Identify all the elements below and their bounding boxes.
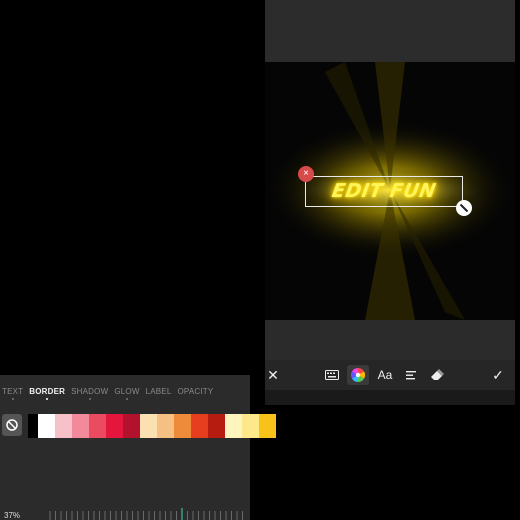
style-tabs: TEXT BORDER SHADOW GLOW LABEL OPACITY <box>2 387 213 401</box>
color-swatch[interactable] <box>191 414 208 438</box>
color-swatches <box>28 414 276 438</box>
resize-handle[interactable] <box>456 200 472 216</box>
color-swatch[interactable] <box>174 414 191 438</box>
eraser-button[interactable] <box>429 366 445 384</box>
color-swatch[interactable] <box>242 414 259 438</box>
color-swatch[interactable] <box>72 414 89 438</box>
color-wheel-icon <box>351 368 365 382</box>
close-button[interactable]: ✕ <box>266 366 280 384</box>
opacity-slider[interactable] <box>48 507 248 520</box>
check-icon: ✓ <box>492 366 504 383</box>
toolbar-strip <box>265 390 515 405</box>
tab-label[interactable]: LABEL <box>146 387 172 401</box>
color-swatch[interactable] <box>89 414 106 438</box>
color-button[interactable] <box>347 365 369 385</box>
keyboard-button[interactable] <box>324 366 340 384</box>
confirm-button[interactable]: ✓ <box>491 366 505 384</box>
top-bar <box>265 0 515 62</box>
no-color-icon <box>6 419 18 431</box>
font-label: Aa <box>377 368 393 382</box>
color-swatch[interactable] <box>140 414 157 438</box>
color-swatch[interactable] <box>123 414 140 438</box>
slider-value: 37% <box>4 511 21 520</box>
color-swatch[interactable] <box>157 414 174 438</box>
eraser-icon <box>431 369 444 380</box>
tab-border[interactable]: BORDER <box>29 387 65 401</box>
no-color-button[interactable] <box>2 414 22 436</box>
color-swatch[interactable] <box>28 414 38 438</box>
color-swatch[interactable] <box>225 414 242 438</box>
keyboard-icon <box>325 370 339 380</box>
color-swatch[interactable] <box>55 414 72 438</box>
align-left-icon <box>406 370 416 379</box>
selection-box[interactable] <box>305 176 463 207</box>
font-button[interactable]: Aa <box>376 366 394 384</box>
align-button[interactable] <box>404 366 418 384</box>
resize-icon <box>459 203 469 213</box>
text-toolbar: ✕ Aa ✓ <box>265 360 515 390</box>
color-swatch[interactable] <box>259 414 276 438</box>
delete-text-button[interactable]: × <box>298 166 314 182</box>
bottom-bar <box>265 320 515 360</box>
tab-glow[interactable]: GLOW <box>114 387 139 401</box>
color-swatch[interactable] <box>208 414 225 438</box>
tab-text[interactable]: TEXT <box>2 387 23 401</box>
tab-shadow[interactable]: SHADOW <box>71 387 108 401</box>
color-swatch[interactable] <box>38 414 55 438</box>
tab-opacity[interactable]: OPACITY <box>177 387 213 401</box>
close-icon: ✕ <box>267 366 279 383</box>
color-swatch[interactable] <box>106 414 123 438</box>
